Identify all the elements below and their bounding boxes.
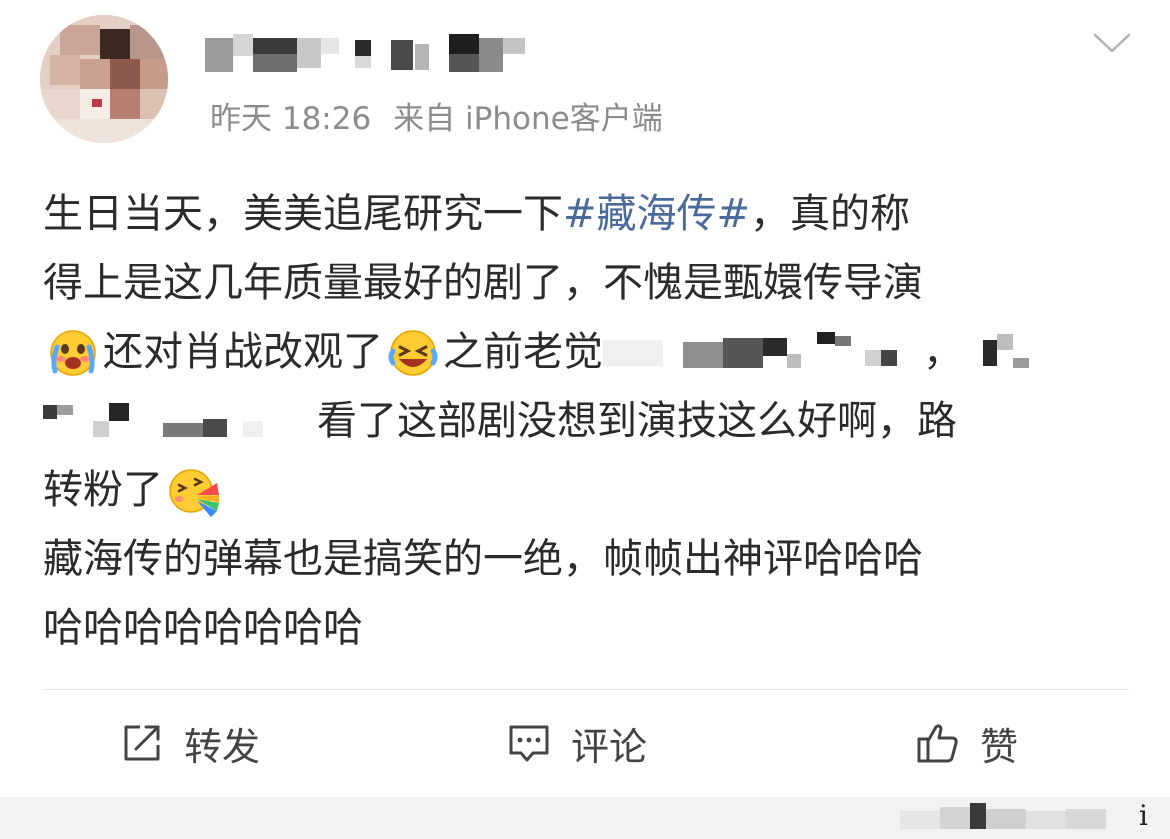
content-line: 生日当天，美美追尾研究一下 #藏海传# ，真的称 <box>43 180 1133 249</box>
redacted-text <box>43 397 317 447</box>
content-line: 藏海传的弹幕也是搞笑的一绝，帧帧出神评哈哈哈 <box>43 525 1133 594</box>
post-meta: 昨天 18:26 来自 iPhone客户端 <box>210 98 663 140</box>
redacted-text <box>603 328 923 378</box>
content-line: 得上是这几年质量最好的剧了，不愧是甄嬛传导演 <box>43 249 1133 318</box>
content-text: ， <box>923 329 963 375</box>
repost-icon <box>124 725 160 761</box>
rainbow-vomit-emoji <box>169 468 219 517</box>
avatar[interactable] <box>40 15 168 143</box>
bottom-bar: i <box>0 797 1170 839</box>
like-label: 赞 <box>980 724 1019 769</box>
content-text: 得上是这几年质量最好的剧了，不愧是甄嬛传导演 <box>43 260 923 306</box>
content-line: 哈哈哈哈哈哈哈哈 <box>43 594 1133 663</box>
laughing-tears-emoji <box>388 329 438 376</box>
username-redacted[interactable] <box>205 34 535 76</box>
repost-label: 转发 <box>184 724 261 769</box>
divider <box>43 689 1129 690</box>
content-line: 看了这部剧没想到演技这么好啊，路 <box>43 387 1133 456</box>
post-content: 生日当天，美美追尾研究一下 #藏海传# ，真的称 得上是这几年质量最好的剧了，不… <box>43 180 1133 663</box>
watermark-redacted <box>900 803 1125 833</box>
comment-icon <box>509 725 549 762</box>
content-text: 哈哈哈哈哈哈哈哈 <box>43 605 363 651</box>
hashtag-link[interactable]: #藏海传# <box>563 180 750 249</box>
post-time: 昨天 18:26 <box>210 101 372 137</box>
crying-face-emoji <box>50 329 96 376</box>
content-text: 生日当天，美美追尾研究一下 <box>43 191 563 237</box>
content-text: 之前老觉 <box>443 329 603 375</box>
chevron-down-icon[interactable] <box>1093 32 1131 54</box>
content-text: 看了这部剧没想到演技这么好啊，路 <box>317 398 957 444</box>
like-button[interactable]: 赞 <box>916 715 1018 771</box>
post-source[interactable]: 来自 iPhone客户端 <box>393 101 663 137</box>
content-text: ，真的称 <box>750 191 911 237</box>
comment-button[interactable]: 评论 <box>507 715 647 771</box>
repost-button[interactable]: 转发 <box>120 715 260 771</box>
content-line: 转粉了 <box>43 456 1133 525</box>
comment-label: 评论 <box>571 724 648 769</box>
content-text: 藏海传的弹幕也是搞笑的一绝，帧帧出神评哈哈哈 <box>43 536 923 582</box>
bottom-glyph: i <box>1139 799 1148 832</box>
content-text: 还对肖战改观了 <box>103 329 383 375</box>
redacted-text <box>963 328 1033 378</box>
thumbs-up-icon <box>917 724 958 763</box>
content-line: 还对肖战改观了 之前老觉 ， <box>43 318 1133 387</box>
content-text: 转粉了 <box>43 467 163 513</box>
